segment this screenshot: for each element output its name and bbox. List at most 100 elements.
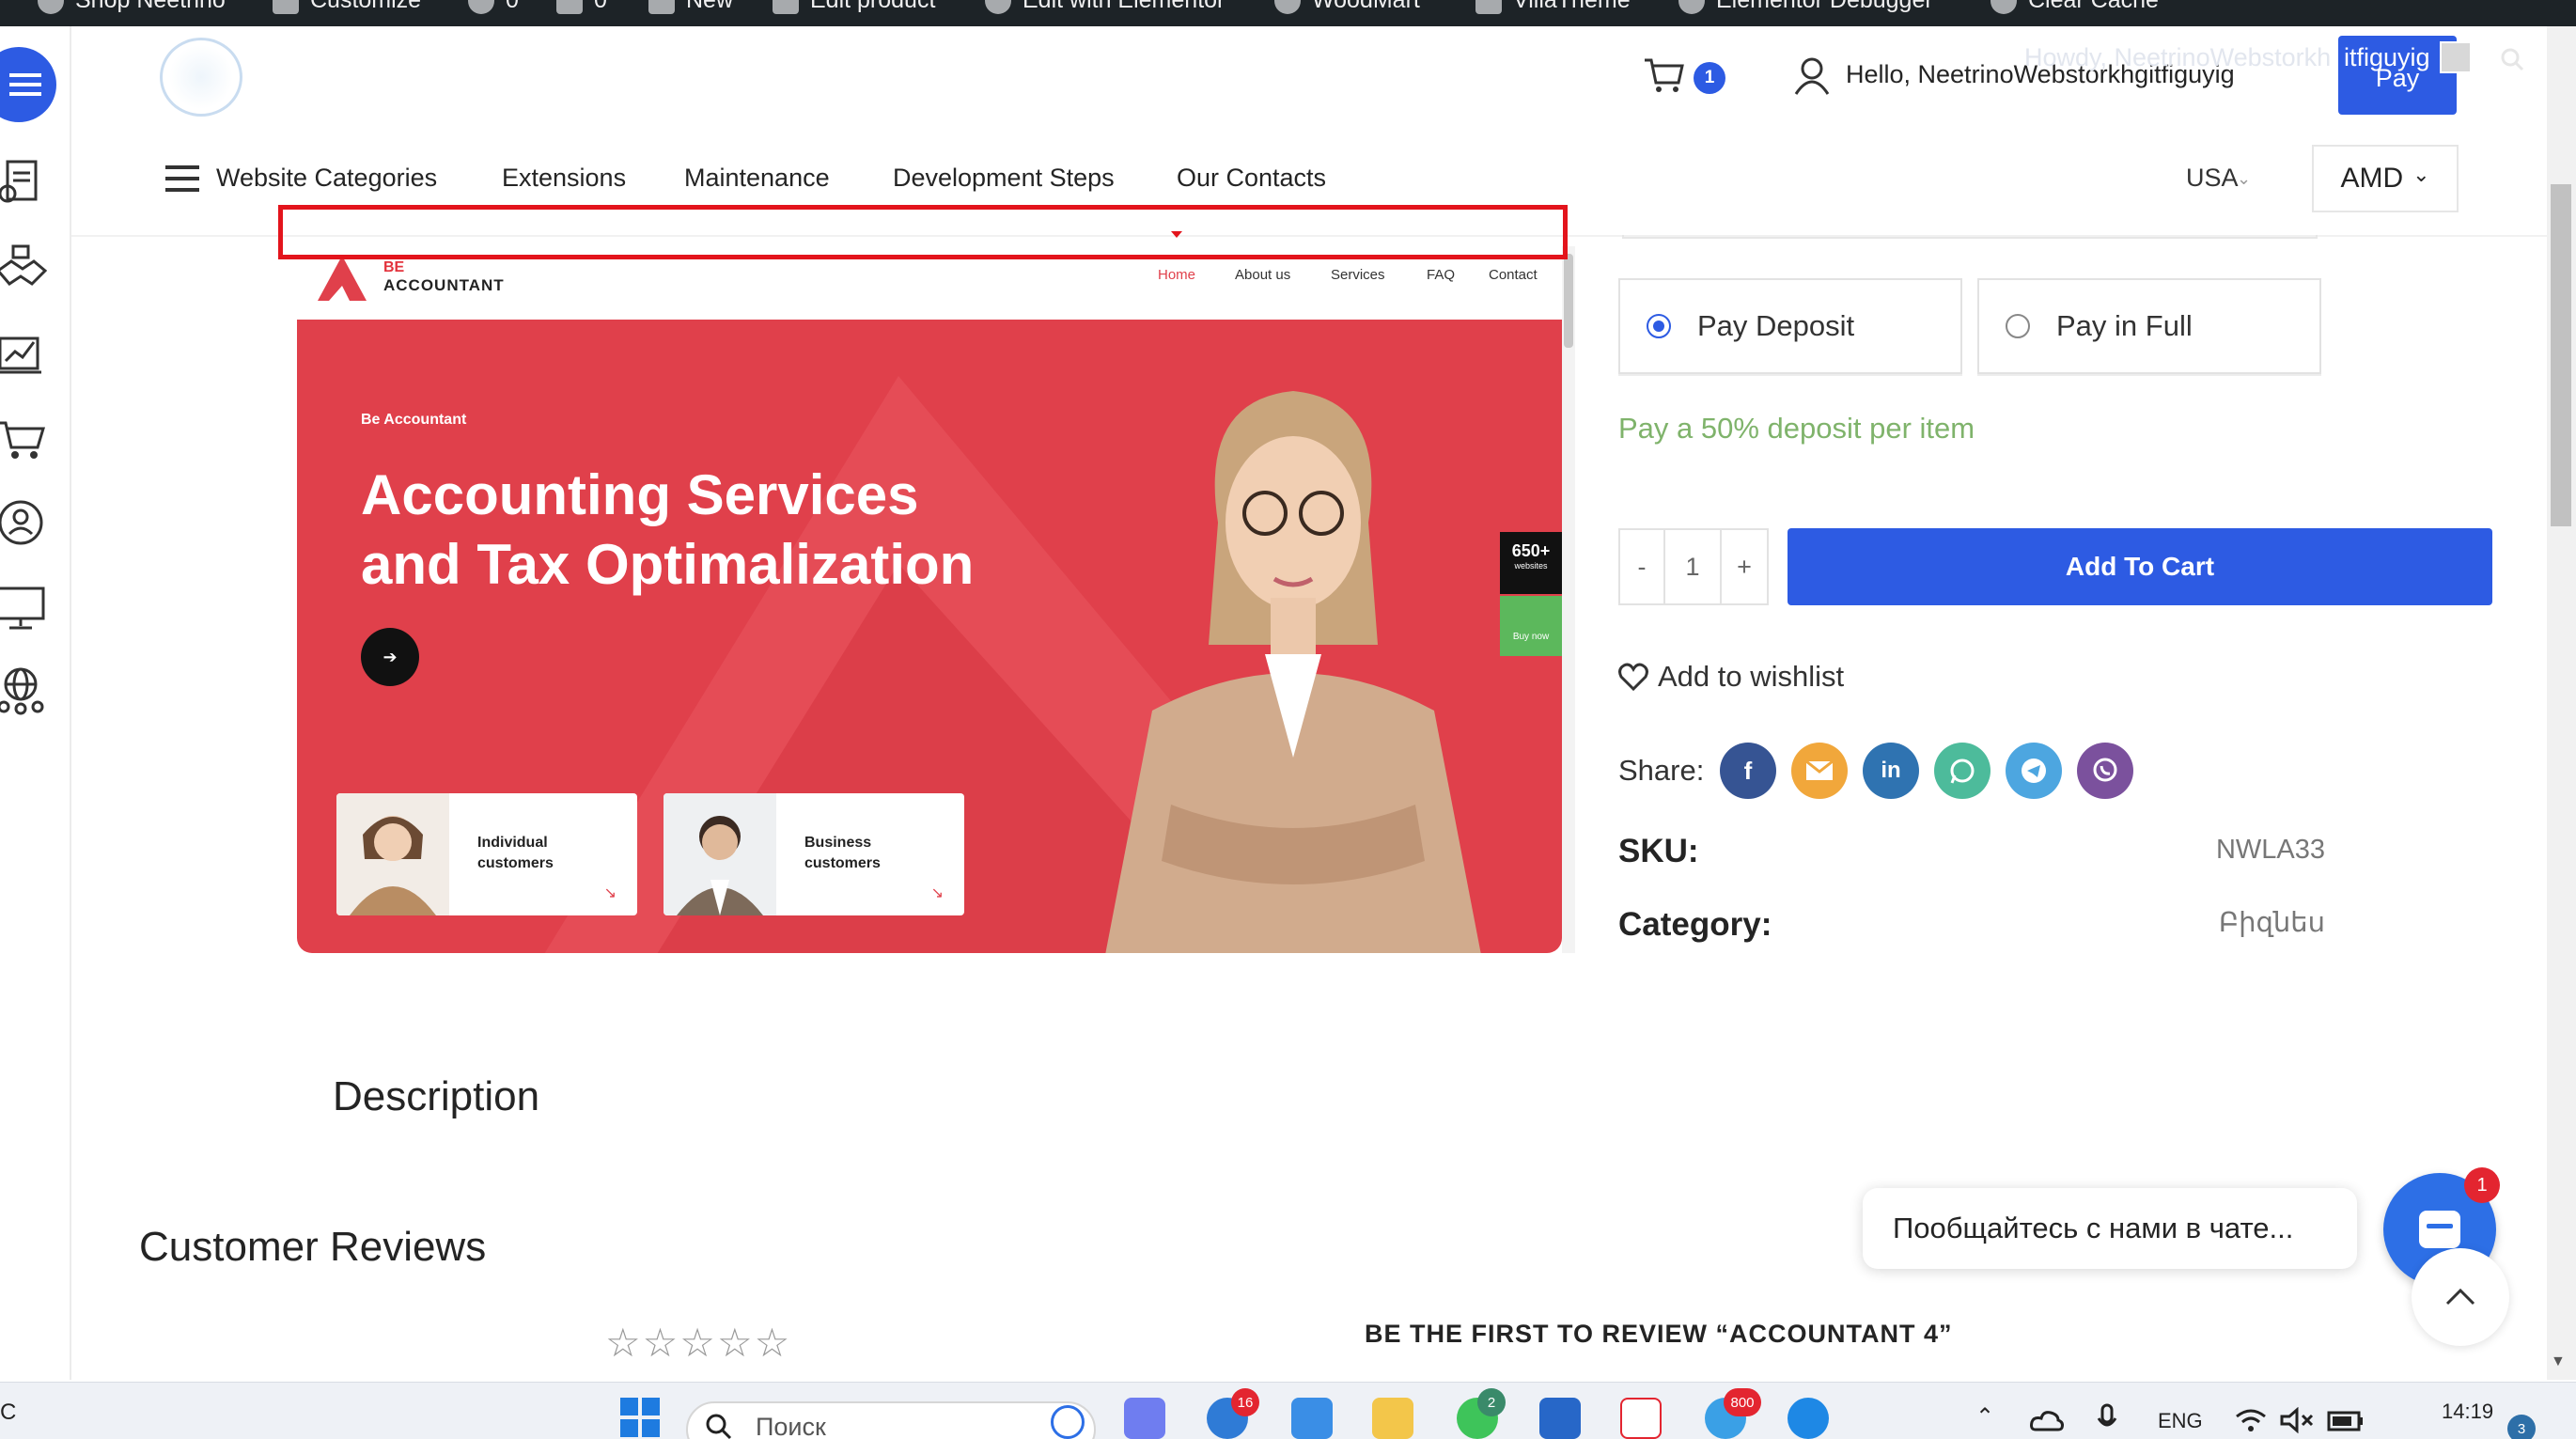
network-icon[interactable] <box>0 664 47 716</box>
taskbar-search[interactable] <box>686 1401 1096 1439</box>
mockup-nav-about: About us <box>1235 267 1291 283</box>
taskbar-search-placeholder: Поиск <box>756 1413 826 1439</box>
support-icon[interactable] <box>0 496 47 549</box>
buy-now-badge: Buy now <box>1500 596 1562 656</box>
plus-icon <box>648 0 675 14</box>
wifi-icon[interactable] <box>2235 1407 2267 1433</box>
first-review-heading: BE THE FIRST TO REVIEW “ACCOUNTANT 4” <box>1365 1320 1953 1348</box>
whatsapp-icon[interactable] <box>1934 743 1991 799</box>
taskbar-left-text: C <box>0 1400 17 1425</box>
country-selector[interactable]: USA <box>2186 164 2239 193</box>
admin-villatheme-link[interactable]: VillaTheme <box>1475 0 1631 14</box>
analytics-icon[interactable] <box>0 327 47 380</box>
site-logo[interactable] <box>160 38 242 117</box>
chat-prompt[interactable]: Пообщайтесь с нами в чате... <box>1863 1188 2357 1269</box>
pay-full-option[interactable]: Pay in Full <box>1977 278 2321 374</box>
qty-input[interactable]: 1 <box>1665 530 1722 603</box>
pay-deposit-option[interactable]: Pay Deposit <box>1618 278 1962 374</box>
nav-extensions[interactable]: Extensions <box>502 164 626 193</box>
windows-start-icon[interactable] <box>620 1398 660 1437</box>
page-scrollbar-thumb[interactable] <box>2551 184 2571 526</box>
search-icon[interactable] <box>2500 47 2524 71</box>
category-link[interactable]: Բիզնես <box>2212 906 2325 939</box>
trello-icon[interactable] <box>1539 1398 1581 1439</box>
document-icon[interactable] <box>0 156 47 209</box>
facebook-icon[interactable]: f <box>1720 743 1776 799</box>
clock[interactable]: 14:19 <box>2442 1400 2493 1424</box>
cart-icon[interactable] <box>0 412 47 464</box>
chevron-up-icon[interactable]: ⌃ <box>1975 1403 1994 1431</box>
elementor-icon <box>985 0 1011 14</box>
product-image[interactable]: BE ACCOUNTANT Home About us Services FAQ… <box>297 246 1562 953</box>
telegram-icon[interactable] <box>2006 743 2062 799</box>
linkedin-icon[interactable]: in <box>1863 743 1919 799</box>
admin-comments-link[interactable]: 0 <box>556 0 607 14</box>
header-cart-icon[interactable] <box>1643 56 1684 94</box>
admin-shop-link[interactable]: Shop Neetrino <box>38 0 226 14</box>
handshake-icon[interactable] <box>0 242 47 295</box>
user-icon[interactable] <box>1793 56 1831 96</box>
onedrive-icon[interactable] <box>2030 1409 2064 1431</box>
email-icon[interactable] <box>1791 743 1848 799</box>
mockup-nav-home: Home <box>1158 267 1196 283</box>
admin-updates-link[interactable]: 0 <box>468 0 519 14</box>
search-icon <box>706 1414 732 1439</box>
admin-debugger-link[interactable]: Elementor Debugger <box>1678 0 1933 14</box>
nav-maintenance[interactable]: Maintenance <box>684 164 830 193</box>
categories-menu-icon[interactable] <box>165 165 199 192</box>
folder-icon[interactable] <box>1372 1398 1413 1439</box>
home-icon <box>38 0 64 14</box>
mockup-nav-contact: Contact <box>1489 267 1538 283</box>
microphone-icon[interactable] <box>2096 1403 2118 1435</box>
arrow-down-right-icon: ↘ <box>603 885 617 901</box>
bing-icon[interactable] <box>1051 1405 1085 1439</box>
admin-elementor-link[interactable]: Edit with Elementor <box>985 0 1225 14</box>
radio-selected[interactable] <box>1647 314 1671 338</box>
store-icon[interactable] <box>1291 1398 1333 1439</box>
speaker-muted-icon[interactable] <box>2280 1407 2314 1433</box>
mockup-logo-line2: ACCOUNTANT <box>383 276 505 294</box>
copilot-icon[interactable] <box>1124 1398 1165 1439</box>
taskbar: C Поиск 16 2 800 ⌃ ENG 14:19 3 <box>0 1382 2576 1439</box>
rating-stars[interactable]: ☆☆☆☆☆ <box>605 1320 791 1366</box>
cart-count-badge: 1 <box>1694 62 1725 94</box>
websites-badge: 650+ websites <box>1500 532 1562 594</box>
admin-customize-link[interactable]: Customize <box>273 0 421 14</box>
qty-plus-button[interactable]: + <box>1722 530 1767 603</box>
person-photo <box>664 793 776 915</box>
cache-icon <box>1991 0 2017 14</box>
wishlist-link[interactable]: Add to wishlist <box>1618 660 1844 694</box>
admin-clear-cache-link[interactable]: Clear Cache <box>1991 0 2159 14</box>
nav-website-categories[interactable]: Website Categories <box>216 164 437 193</box>
highlight-box <box>278 205 1568 259</box>
image-scrollbar-thumb[interactable] <box>1564 254 1573 348</box>
image-scrollbar[interactable] <box>1562 246 1575 953</box>
radio-unselected[interactable] <box>2006 314 2030 338</box>
admin-woodmart-link[interactable]: WoodMart <box>1274 0 1420 14</box>
admin-bar: Shop Neetrino Customize 0 0 New Edit pro… <box>0 0 2576 26</box>
scroll-to-top-button[interactable] <box>2412 1248 2509 1346</box>
battery-icon[interactable] <box>2327 1407 2365 1433</box>
add-to-cart-button[interactable]: Add To Cart <box>1788 528 2492 605</box>
tab-description[interactable]: Description <box>333 1073 539 1120</box>
nav-development-steps[interactable]: Development Steps <box>893 164 1115 193</box>
admin-new-link[interactable]: New <box>648 0 733 14</box>
mockup-hero: Be Accountant Accounting Services and Tax… <box>297 320 1562 953</box>
chat-icon <box>2419 1211 2460 1248</box>
nav-our-contacts[interactable]: Our Contacts <box>1177 164 1326 193</box>
currency-selector[interactable]: AMD ⌄ <box>2312 145 2459 212</box>
refresh-icon <box>468 0 494 14</box>
viber-icon[interactable] <box>2077 743 2133 799</box>
yandex-browser-icon[interactable] <box>1620 1398 1662 1439</box>
notification-badge[interactable]: 3 <box>2507 1415 2536 1439</box>
admin-edit-product-link[interactable]: Edit product <box>773 0 935 14</box>
edge-icon[interactable] <box>1788 1398 1829 1439</box>
scroll-down-arrow-icon[interactable]: ▼ <box>2551 1353 2566 1370</box>
woman-photo <box>1105 391 1481 953</box>
qty-minus-button[interactable]: - <box>1620 530 1665 603</box>
monitor-icon[interactable] <box>0 581 47 633</box>
avatar[interactable] <box>2440 41 2472 73</box>
language-indicator[interactable]: ENG <box>2158 1409 2203 1433</box>
pencil-icon <box>773 0 799 14</box>
woodmart-icon <box>1274 0 1301 14</box>
